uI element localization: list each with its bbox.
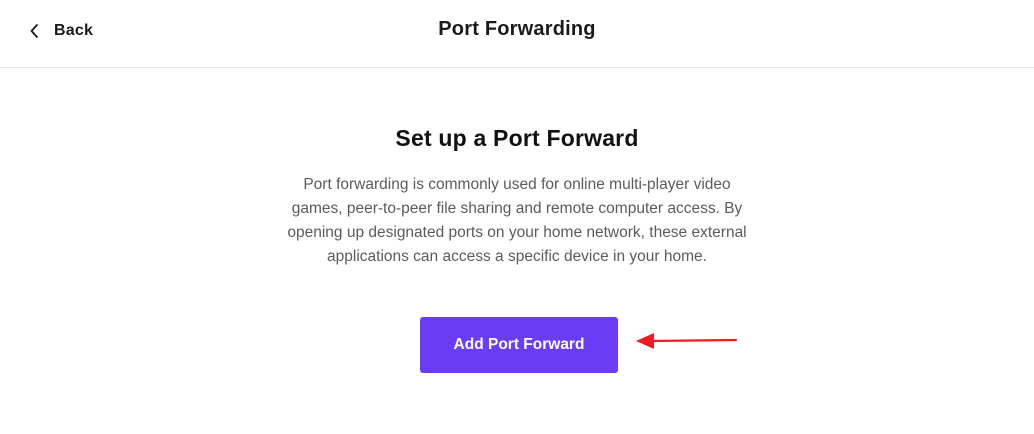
section-description: Port forwarding is commonly used for onl… (287, 176, 747, 265)
section-heading: Set up a Port Forward (395, 125, 639, 151)
page-title: Port Forwarding (438, 18, 596, 40)
red-arrow-annotation (636, 333, 738, 349)
main-content: Set up a Port Forward Port forwarding is… (0, 122, 1034, 269)
top-bar: Back Port Forwarding (0, 0, 1034, 68)
add-port-forward-button[interactable]: Add Port Forward (420, 317, 618, 373)
